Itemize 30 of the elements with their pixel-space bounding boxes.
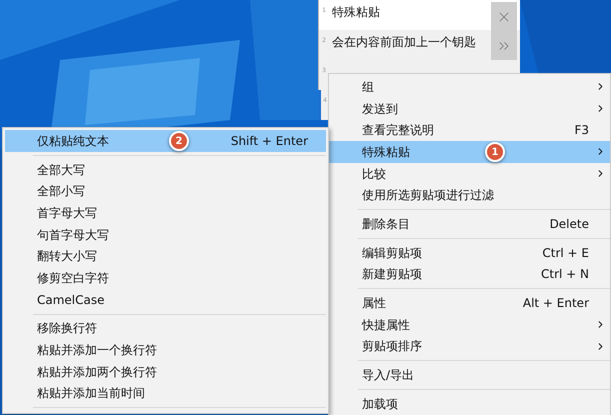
menu-item[interactable]: 全部大写 (5, 158, 326, 180)
step-badge: 1 (485, 142, 505, 162)
menu-item[interactable]: 剪贴项排序 (329, 336, 610, 358)
menu-item[interactable]: 使用所选剪贴项进行过滤 (329, 184, 610, 206)
menu-item[interactable]: 移除换行符 (5, 318, 326, 340)
menu-item[interactable]: 特殊粘贴 1 (329, 141, 610, 163)
menu-item[interactable]: 导入/导出 (329, 364, 610, 386)
menu-item[interactable]: 粘贴并添加两个换行符 (5, 360, 326, 383)
menu-item[interactable]: 加载项 (329, 392, 610, 415)
menu-item[interactable]: 比较 (329, 162, 610, 184)
menu-item[interactable]: 属性 Alt + Enter (329, 292, 610, 314)
step-badge: 2 (169, 131, 189, 151)
clip-entry[interactable]: 会在内容前面加上一个钥匙 (329, 30, 489, 60)
menu-item[interactable]: 粘贴并添加当前时间 (5, 382, 326, 404)
menu-item[interactable]: 编辑剪贴项 Ctrl + E (329, 242, 610, 264)
menu-item[interactable]: 全部小写 (5, 180, 326, 202)
menu-item[interactable]: 新建剪贴项 Ctrl + N (329, 264, 610, 286)
menu-item[interactable]: 首字母大写 (5, 202, 326, 224)
menu-item[interactable]: 粘贴并添加一个换行符 (5, 339, 326, 361)
menu-item[interactable]: 修剪空白字符 (5, 267, 326, 289)
menu-item[interactable]: 快捷属性 (329, 314, 610, 336)
menu-item[interactable]: 查看完整说明 F3 (329, 119, 610, 142)
menu-item[interactable]: 删除条目 Delete (329, 213, 610, 235)
menu-item[interactable]: 翻转大小写 (5, 245, 326, 268)
menu-item[interactable]: 组 (329, 76, 610, 98)
menu-item[interactable]: 仅粘贴纯文本 2 Shift + Enter (5, 130, 326, 152)
clip-entry[interactable]: 特殊粘贴 (329, 0, 489, 30)
menu-item[interactable]: 句首字母大写 (5, 224, 326, 246)
menu-item[interactable]: 发送到 (329, 98, 610, 120)
menu-item[interactable]: CamelCase (5, 288, 326, 310)
